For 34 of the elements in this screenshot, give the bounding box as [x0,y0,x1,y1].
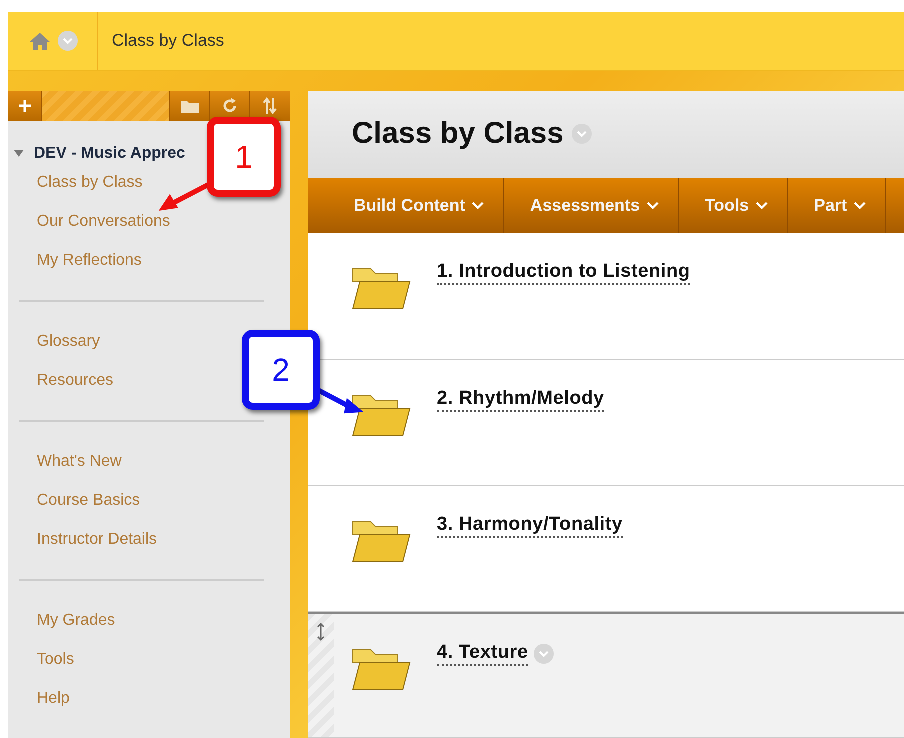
sidebar-link[interactable]: Help [19,679,74,718]
course-title: DEV - Music Apprec [34,145,186,163]
folder-title-link[interactable]: 2. Rhythm/Melody [437,388,604,412]
callout-tooltip: 2 [242,330,320,410]
sidebar-link[interactable]: Course Basics [19,481,144,520]
plus-icon [18,99,32,113]
sidebar-link[interactable]: Class by Class [19,163,147,202]
sidebar-link[interactable]: Glossary [19,322,104,361]
folder-button[interactable] [170,91,210,121]
add-button[interactable] [8,91,42,121]
sidebar-link[interactable]: Instructor Details [19,520,162,559]
sort-icon [262,97,278,115]
collapse-icon[interactable] [14,150,24,158]
chevron-down-icon [646,200,660,211]
drag-handle-icon[interactable] [317,622,325,642]
folder-title-link[interactable]: 1. Introduction to Listening [437,261,690,286]
chevron-down-icon [755,200,770,211]
sidebar-link[interactable]: Resources [19,361,118,400]
folder-icon [180,98,200,114]
sidebar-link[interactable]: My Reflections [19,241,146,280]
chevron-down-icon [853,200,868,211]
folder-title-link[interactable]: 4. Texture [437,642,528,666]
callout-tooltip: 1 [207,117,281,197]
breadcrumb-title: Class by Class [111,31,224,51]
sidebar-link[interactable]: My Grades [19,601,120,640]
folder-title-link[interactable]: 3. Harmony/Tonality [437,514,623,538]
sort-button[interactable] [250,91,290,121]
page-title: Class by Class [352,117,564,152]
refresh-icon [220,97,238,115]
sidebar-link[interactable]: Tools [19,640,78,679]
chevron-down-icon [471,200,486,211]
sidebar-link[interactable]: Our Conversations [19,202,174,241]
sidebar-link[interactable]: What's New [19,442,126,481]
home-icon[interactable] [30,32,50,50]
